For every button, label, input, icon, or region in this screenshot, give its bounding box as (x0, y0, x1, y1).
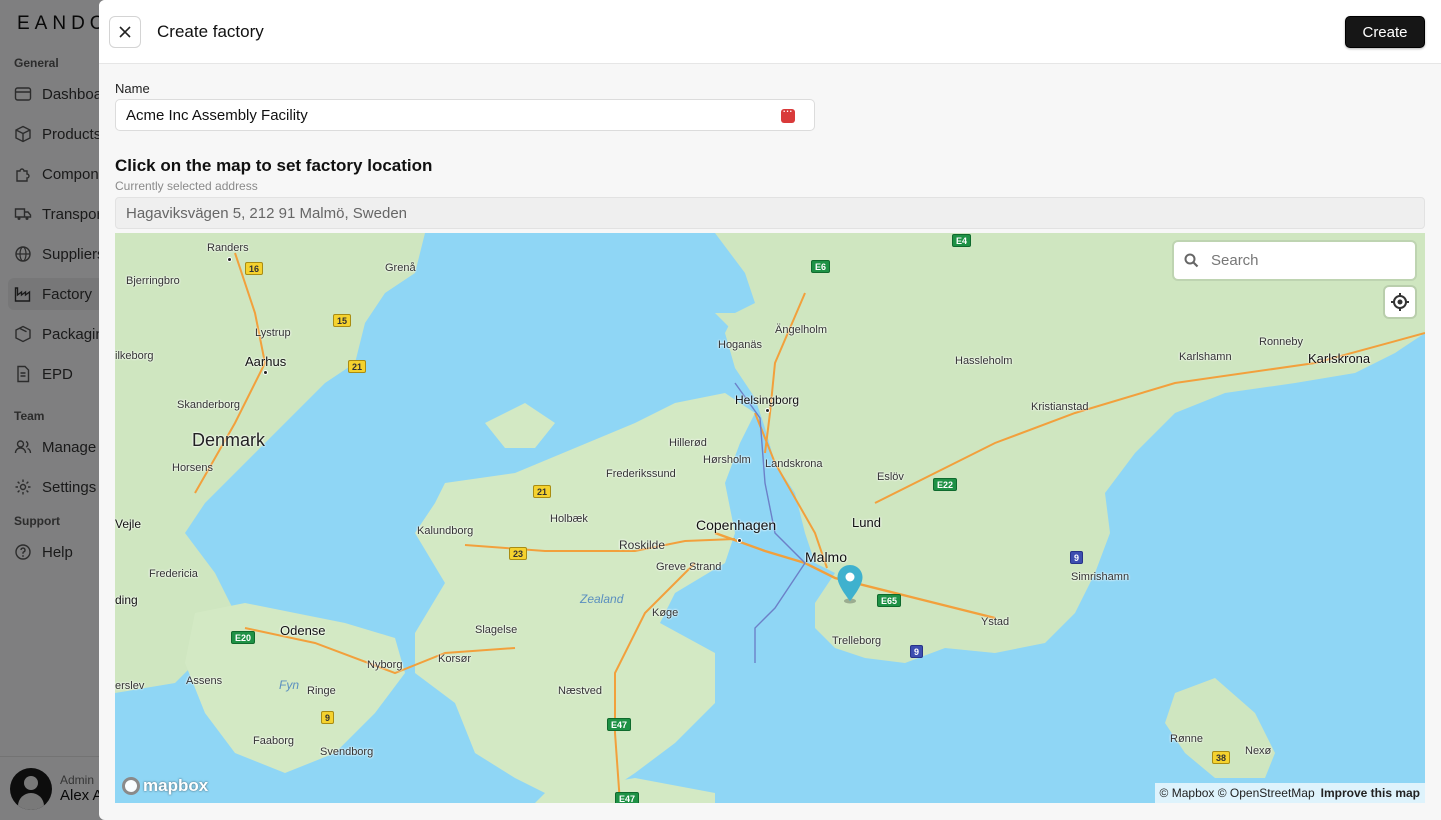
road-shield: 9 (910, 645, 924, 658)
map-label-zealand: Zealand (580, 592, 624, 606)
password-manager-icon[interactable] (781, 103, 795, 123)
map-label-trelleborg: Trelleborg (832, 635, 882, 647)
location-map[interactable]: Denmark Copenhagen Malmo Zealand Randers… (115, 233, 1425, 803)
map-label-simrishamn: Simrishamn (1071, 571, 1130, 583)
map-label-middelfart: erslev (115, 680, 145, 692)
map-label-frederikssund: Frederikssund (606, 468, 676, 480)
map-label-copenhagen: Copenhagen (696, 517, 777, 533)
map-label-lystrup: Lystrup (255, 327, 291, 339)
drawer-title: Create factory (157, 22, 264, 41)
map-label-angelholm: Ängelholm (775, 324, 827, 336)
road-shield: 21 (348, 360, 367, 373)
road-shield: E47 (615, 792, 640, 803)
close-button[interactable] (109, 16, 141, 48)
road-shield: E6 (811, 260, 831, 273)
map-label-slagelse: Slagelse (475, 624, 518, 636)
road-shield: 9 (1070, 551, 1084, 564)
locate-icon (1391, 293, 1409, 311)
address-label: Currently selected address (115, 179, 258, 193)
search-icon (1184, 253, 1199, 268)
drawer-header: Create factory Create (99, 0, 1441, 64)
map-label-holbaek: Holbæk (550, 513, 588, 525)
create-factory-drawer: Create factory Create Name Acme Inc Asse… (99, 0, 1441, 820)
map-marker-copenhagen (737, 538, 742, 543)
map-label-greve: Greve Strand (656, 561, 722, 573)
mapbox-logo-text: mapbox (143, 776, 209, 795)
map-label-aarhus: Aarhus (245, 354, 287, 369)
map-marker (227, 257, 232, 262)
map-label-korsor: Korsør (438, 653, 471, 665)
map-label-svendborg: Svendborg (320, 746, 374, 758)
map-label-koge: Køge (652, 607, 679, 619)
map-label-roskilde: Roskilde (619, 538, 666, 552)
mapbox-logo[interactable]: mapbox (122, 776, 208, 796)
name-field[interactable]: Acme Inc Assembly Facility (115, 99, 815, 131)
map-label-fredericia: Fredericia (149, 568, 198, 580)
location-pin-icon[interactable] (836, 564, 864, 604)
road-shield: E20 (231, 631, 256, 644)
map-label-skanderborg: Skanderborg (177, 399, 240, 411)
name-label: Name (115, 81, 150, 96)
mapbox-logo-icon (122, 777, 140, 795)
geolocate-button[interactable] (1385, 287, 1415, 317)
map-attribution: © Mapbox © OpenStreetMap Improve this ma… (1154, 783, 1425, 803)
address-field: Hagaviksvägen 5, 212 91 Malmö, Sweden (115, 197, 1425, 229)
map-label-malmo: Malmo (805, 549, 848, 565)
map-label-bjerringbro: Bjerringbro (126, 275, 180, 287)
map-label-nyborg: Nyborg (367, 659, 403, 671)
attribution-text[interactable]: © Mapbox © OpenStreetMap (1160, 786, 1315, 800)
map-title: Click on the map to set factory location (115, 156, 433, 175)
map-label-randers: Randers (207, 242, 249, 254)
road-shield: 21 (533, 485, 552, 498)
map-label-kristianstad: Kristianstad (1031, 401, 1089, 413)
map-label-eslov: Eslöv (877, 471, 904, 483)
name-value: Acme Inc Assembly Facility (126, 106, 308, 124)
map-label-landskrona: Landskrona (765, 458, 823, 470)
road-shield: E65 (877, 594, 902, 607)
map-label-fyn: Fyn (279, 678, 300, 692)
road-shield: E22 (933, 478, 958, 491)
map-label-ronneby: Ronneby (1259, 336, 1304, 348)
map-search-input[interactable] (1211, 252, 1391, 269)
map-label-hassleholm: Hassleholm (955, 355, 1013, 367)
map-label-nexo: Nexø (1245, 745, 1272, 757)
map-label-ringe: Ringe (307, 685, 336, 697)
map-label-horsens: Horsens (172, 462, 213, 474)
map-marker (765, 408, 770, 413)
create-button[interactable]: Create (1345, 16, 1425, 48)
map-label-ystad: Ystad (981, 616, 1010, 628)
map-label-faaborg: Faaborg (253, 735, 294, 747)
map-label-denmark: Denmark (192, 430, 266, 450)
road-shield: 15 (333, 314, 352, 327)
map-label-odense: Odense (280, 623, 326, 638)
map-label-naestved: Næstved (558, 685, 603, 697)
road-shield: 9 (321, 711, 335, 724)
map-label-karlshamn: Karlshamn (1179, 351, 1232, 363)
road-shield: 38 (1212, 751, 1231, 764)
map-label-silkeborg: ilkeborg (115, 350, 154, 362)
road-shield: E4 (952, 234, 972, 247)
map-search-box[interactable] (1174, 242, 1415, 279)
map-marker (263, 370, 268, 375)
map-label-helsingborg: Helsingborg (735, 393, 800, 407)
map-label-kolding: ding (115, 593, 138, 607)
map-label-hillerod: Hillerød (669, 437, 707, 449)
road-shield: 23 (509, 547, 528, 560)
map-label-karlskrona: Karlskrona (1308, 351, 1371, 366)
map-label-grena: Grenå (385, 262, 416, 274)
map-label-horsholm: Hørsholm (703, 454, 751, 466)
map-label-hoganas: Hoganäs (718, 339, 763, 351)
road-shield: 16 (245, 262, 264, 275)
map-label-kalundborg: Kalundborg (417, 525, 474, 537)
map-label-ronne: Rønne (1170, 733, 1204, 745)
map-label-assens: Assens (186, 675, 223, 687)
map-label-vejle: Vejle (115, 517, 142, 531)
road-shield: E47 (607, 718, 632, 731)
map-label-lund: Lund (852, 515, 881, 530)
improve-map-link[interactable]: Improve this map (1321, 786, 1420, 800)
close-icon (119, 26, 131, 38)
